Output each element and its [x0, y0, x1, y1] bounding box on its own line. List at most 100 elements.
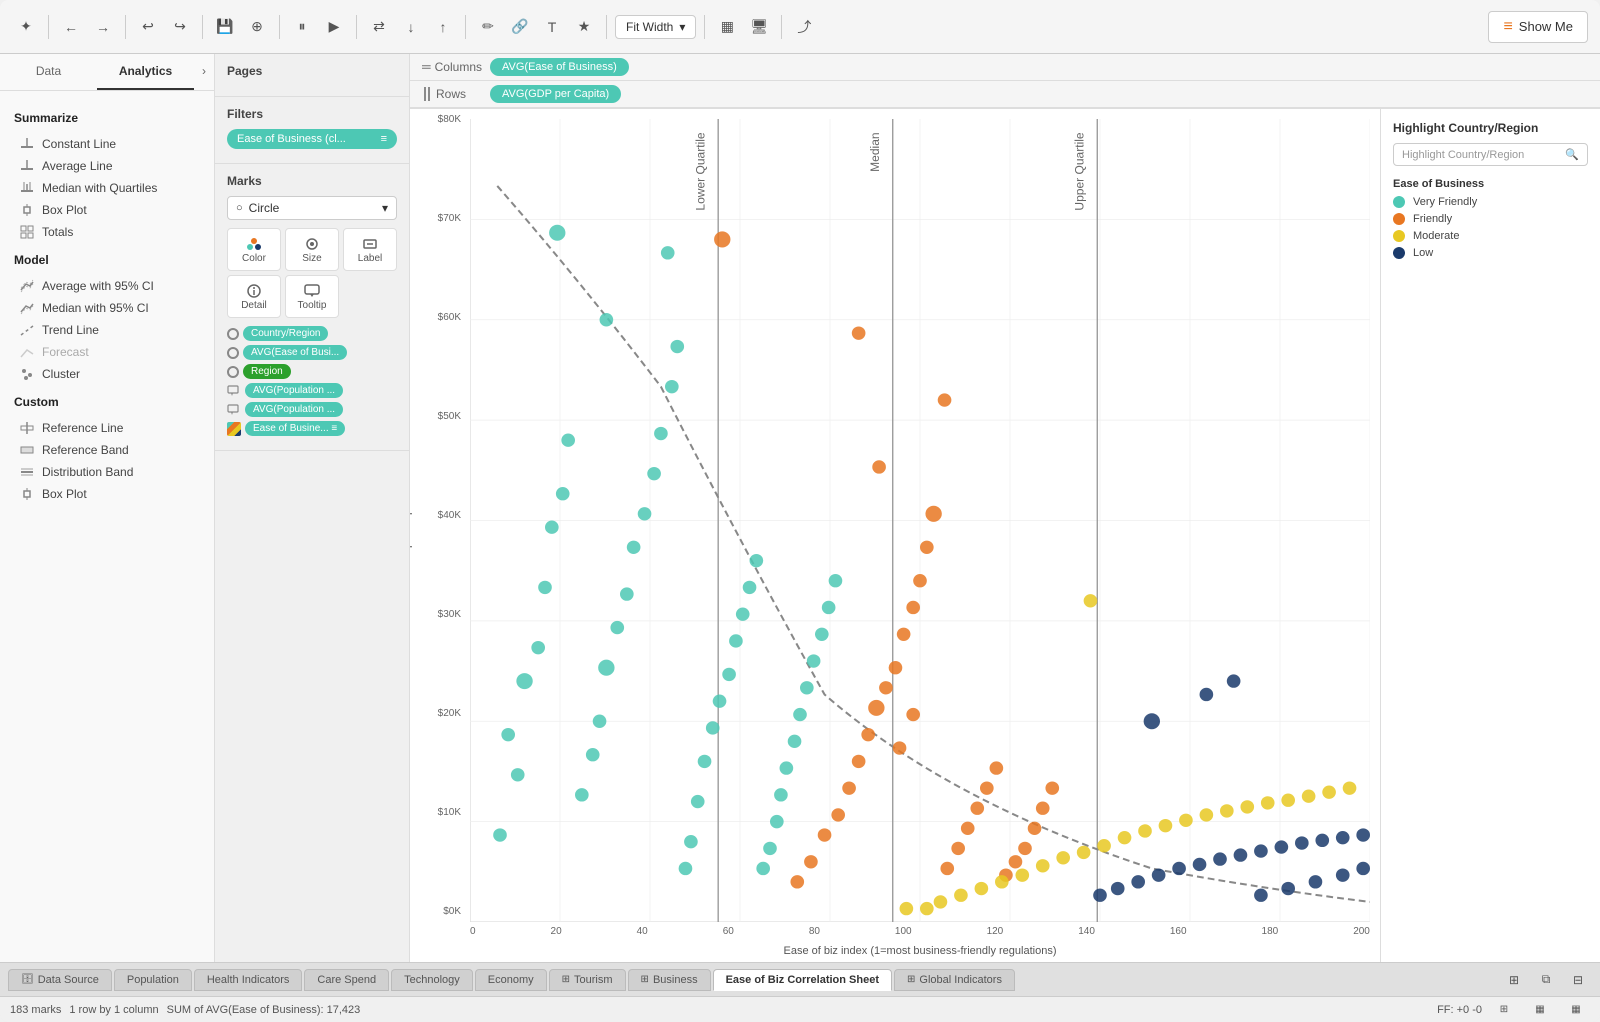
- cluster-icon: [20, 367, 34, 381]
- sort-desc-icon[interactable]: ↓: [397, 13, 425, 41]
- link-icon[interactable]: 🔗: [506, 13, 534, 41]
- median-quartiles-icon: [20, 181, 34, 195]
- detail-mark-button[interactable]: Detail: [227, 275, 281, 318]
- legend-item-low[interactable]: Low: [1393, 247, 1588, 259]
- trend-line-item[interactable]: Trend Line: [14, 319, 200, 341]
- size-mark-button[interactable]: Size: [285, 228, 339, 271]
- fit-width-button[interactable]: Fit Width ▾: [615, 15, 696, 39]
- constant-line-item[interactable]: Constant Line: [14, 133, 200, 155]
- median-quartiles-item[interactable]: Median with Quartiles: [14, 177, 200, 199]
- tab-data[interactable]: Data: [0, 54, 97, 90]
- sheet-tab-tourism[interactable]: ⊞ Tourism: [549, 969, 626, 991]
- box-plot-custom-item[interactable]: Box Plot: [14, 483, 200, 505]
- median-95ci-item[interactable]: Median with 95% CI: [14, 297, 200, 319]
- sheet-tab-ease-biz[interactable]: Ease of Biz Correlation Sheet: [713, 969, 892, 991]
- reference-band-item[interactable]: Reference Band: [14, 439, 200, 461]
- tooltip-mark-button[interactable]: Tooltip: [285, 275, 339, 318]
- average-line-item[interactable]: Average Line: [14, 155, 200, 177]
- svg-text:Lower Quartile: Lower Quartile: [693, 132, 707, 210]
- tab-analytics[interactable]: Analytics: [97, 54, 194, 90]
- mark-pill-label-ease[interactable]: AVG(Ease of Busi...: [243, 345, 347, 360]
- sheet-tab-economy[interactable]: Economy: [475, 969, 547, 991]
- delete-sheet-icon[interactable]: ⊟: [1564, 966, 1592, 994]
- fit-width-arrow: ▾: [679, 20, 685, 34]
- save-icon[interactable]: 💾: [211, 13, 239, 41]
- highlighter-icon[interactable]: ✏: [474, 13, 502, 41]
- marks-title: Marks: [227, 174, 397, 188]
- global-tab-label: Global Indicators: [919, 974, 1002, 986]
- avg-95ci-icon: [20, 279, 34, 293]
- run-icon[interactable]: ▶: [320, 13, 348, 41]
- new-datasource-icon[interactable]: ⊕: [243, 13, 271, 41]
- marks-type-select[interactable]: ○ Circle ▾: [227, 196, 397, 220]
- text-icon[interactable]: T: [538, 13, 566, 41]
- star-icon[interactable]: ★: [570, 13, 598, 41]
- rows-field-pill[interactable]: AVG(GDP per Capita): [490, 85, 621, 103]
- panel-collapse-arrow[interactable]: ›: [194, 54, 214, 90]
- grid-1-icon[interactable]: ▦: [1526, 996, 1554, 1022]
- sort-asc-icon[interactable]: ↑: [429, 13, 457, 41]
- sheet-tab-technology[interactable]: Technology: [391, 969, 473, 991]
- mark-pill-label-ease-biz[interactable]: Ease of Busine... ≡: [245, 421, 345, 436]
- data-source-tab-icon: 🗄: [21, 974, 34, 985]
- custom-title: Custom: [14, 395, 200, 409]
- columns-field-pill[interactable]: AVG(Ease of Business): [490, 58, 629, 76]
- swap-icon[interactable]: ⇄: [365, 13, 393, 41]
- grid-view-icon[interactable]: ▦: [713, 13, 741, 41]
- business-tab-icon: ⊞: [641, 974, 649, 985]
- mark-pill-label-pop1[interactable]: AVG(Population ...: [245, 383, 343, 398]
- box-plot-item-summarize[interactable]: Box Plot: [14, 199, 200, 221]
- share-icon[interactable]: ⤴: [790, 13, 818, 41]
- main-content: Data Analytics › Summarize Constant Line…: [0, 54, 1600, 962]
- new-sheet-icon[interactable]: ⊞: [1500, 966, 1528, 994]
- device-icon[interactable]: 🖥: [745, 13, 773, 41]
- totals-item[interactable]: Totals: [14, 221, 200, 243]
- reference-line-item[interactable]: Reference Line: [14, 417, 200, 439]
- tourism-tab-label: Tourism: [574, 974, 613, 986]
- avg-95ci-item[interactable]: Average with 95% CI: [14, 275, 200, 297]
- x-tick-0: 0: [470, 926, 476, 937]
- undo-icon[interactable]: ↩: [134, 13, 162, 41]
- back-icon[interactable]: ←: [57, 13, 85, 41]
- mark-pill-dot-region: [227, 366, 239, 378]
- sheet-tab-global[interactable]: ⊞ Global Indicators: [894, 969, 1015, 991]
- forward-icon[interactable]: →: [89, 13, 117, 41]
- y-tick-10k: $10K: [438, 807, 465, 818]
- technology-tab-label: Technology: [404, 974, 460, 986]
- redo-icon[interactable]: ↪: [166, 13, 194, 41]
- legend-item-very-friendly[interactable]: Very Friendly: [1393, 196, 1588, 208]
- sheet-tab-business[interactable]: ⊞ Business: [628, 969, 711, 991]
- mark-pill-dot-country: [227, 328, 239, 340]
- filter-pill-1[interactable]: Ease of Business (cl... ≡: [227, 129, 397, 149]
- label-mark-button[interactable]: Label: [343, 228, 397, 271]
- cluster-item[interactable]: Cluster: [14, 363, 200, 385]
- box-plot-custom-icon: [20, 487, 34, 501]
- economy-tab-label: Economy: [488, 974, 534, 986]
- show-me-button[interactable]: ≡ Show Me: [1488, 11, 1588, 43]
- sheet-tab-data-source[interactable]: 🗄 Data Source: [8, 969, 112, 991]
- sheet-tab-health-indicators[interactable]: Health Indicators: [194, 969, 303, 991]
- legend-search[interactable]: Highlight Country/Region 🔍: [1393, 143, 1588, 166]
- pause-icon[interactable]: ⏸: [288, 13, 316, 41]
- separator-5: [356, 15, 357, 39]
- duplicate-sheet-icon[interactable]: ⧉: [1532, 966, 1560, 994]
- legend-item-friendly[interactable]: Friendly: [1393, 213, 1588, 225]
- mark-pill-label-pop2[interactable]: AVG(Population ...: [245, 402, 343, 417]
- mark-pill-label-country[interactable]: Country/Region: [243, 326, 328, 341]
- pages-section: Pages: [215, 54, 409, 97]
- legend-label-very-friendly: Very Friendly: [1413, 196, 1477, 208]
- distribution-band-item[interactable]: Distribution Band: [14, 461, 200, 483]
- x-tick-180: 180: [1262, 926, 1279, 937]
- legend-item-moderate[interactable]: Moderate: [1393, 230, 1588, 242]
- tooltip-mark-icon: [303, 282, 321, 300]
- color-mark-button[interactable]: Color: [227, 228, 281, 271]
- status-bar: 183 marks 1 row by 1 column SUM of AVG(E…: [0, 996, 1600, 1022]
- home-icon[interactable]: ✦: [12, 13, 40, 41]
- rows-icon: [422, 87, 432, 101]
- grid-2-icon[interactable]: ▦: [1562, 996, 1590, 1022]
- mark-pill-label-region[interactable]: Region: [243, 364, 291, 379]
- marks-count: 183 marks: [10, 1004, 61, 1016]
- fit-view-icon[interactable]: ⊞: [1490, 996, 1518, 1022]
- sheet-tab-care-spend[interactable]: Care Spend: [304, 969, 389, 991]
- sheet-tab-population[interactable]: Population: [114, 969, 192, 991]
